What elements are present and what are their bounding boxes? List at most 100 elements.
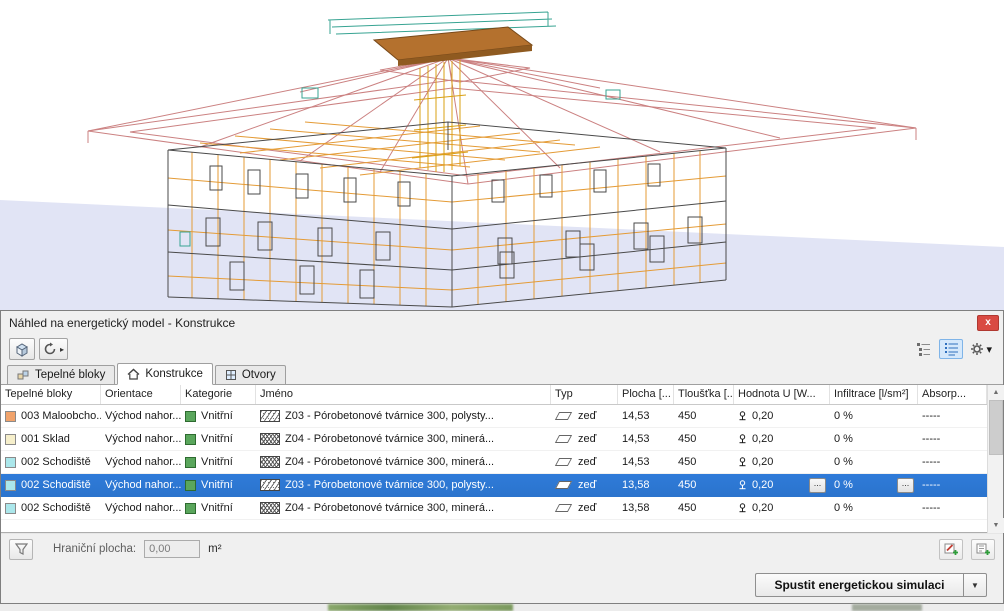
scrollbar-thumb[interactable] xyxy=(989,400,1003,455)
cell-thickness: 450 xyxy=(674,451,734,473)
cell-block: 002 Schodiště xyxy=(1,497,101,519)
edit-infiltration-button[interactable]: ... xyxy=(897,478,914,493)
cell-type: zeď xyxy=(551,451,618,473)
block-color-swatch xyxy=(5,503,16,514)
constructions-list: Tepelné bloky Orientace Kategorie Jméno … xyxy=(1,385,1003,533)
block-color-swatch xyxy=(5,434,16,445)
cell-name: Z04 - Pórobetonové tvárnice 300, minerá.… xyxy=(256,497,551,519)
cell-thickness: 450 xyxy=(674,474,734,496)
category-color-swatch xyxy=(185,411,196,422)
run-simulation-group: Spustit energetickou simulaci ▼ xyxy=(755,573,987,597)
tab-otvory[interactable]: Otvory xyxy=(215,365,286,385)
construction-name: Z03 - Pórobetonové tvárnice 300, polysty… xyxy=(285,479,494,491)
table-row-selected[interactable]: 002 Schodiště Východ nahor... Vnitřní Z0… xyxy=(1,474,987,497)
favorite-save-button[interactable] xyxy=(939,539,963,560)
panel-tabs: Tepelné bloky Konstrukce Otvory xyxy=(1,363,1003,385)
col-typ[interactable]: Typ xyxy=(551,385,618,404)
cell-name: Z03 - Pórobetonové tvárnice 300, polysty… xyxy=(256,474,551,496)
col-jmeno[interactable]: Jméno xyxy=(256,385,551,404)
block-label: 001 Sklad xyxy=(21,433,70,445)
refresh-flyout-arrow[interactable]: ▸ xyxy=(60,345,64,354)
settings-flyout-arrow[interactable]: ▾ xyxy=(986,343,992,356)
col-tepelne-bloky[interactable]: Tepelné bloky xyxy=(1,385,101,404)
col-kategorie[interactable]: Kategorie xyxy=(181,385,256,404)
cell-orientation: Východ nahor... xyxy=(101,474,181,496)
show-in-3d-button[interactable] xyxy=(9,338,35,360)
boundary-area-input[interactable] xyxy=(144,540,200,558)
3d-viewport[interactable] xyxy=(0,0,1004,310)
run-simulation-dropdown[interactable]: ▼ xyxy=(963,573,987,597)
cell-area: 13,58 xyxy=(618,474,674,496)
tab-konstrukce[interactable]: Konstrukce xyxy=(117,363,213,385)
col-tloustka[interactable]: Tloušťka [... xyxy=(674,385,734,404)
filter-button[interactable] xyxy=(9,539,33,560)
type-label: zeď xyxy=(578,479,596,491)
gray-sliver xyxy=(852,604,922,611)
category-label: Vnitřní xyxy=(201,502,233,514)
cell-name: Z04 - Pórobetonové tvárnice 300, minerá.… xyxy=(256,428,551,450)
refresh-button[interactable]: ▸ xyxy=(39,338,68,360)
panel-toolbar: ▸ ▾ xyxy=(1,335,1003,363)
material-hatch-swatch xyxy=(260,433,280,445)
col-absorp[interactable]: Absorp... xyxy=(918,385,987,404)
wall-type-icon xyxy=(555,458,572,466)
cell-type: zeď xyxy=(551,428,618,450)
u-value-icon xyxy=(738,503,747,514)
category-color-swatch xyxy=(185,503,196,514)
cell-category: Vnitřní xyxy=(181,428,256,450)
category-label: Vnitřní xyxy=(201,433,233,445)
table-row[interactable]: 003 Maloobcho... Východ nahor... Vnitřní… xyxy=(1,405,987,428)
infiltration-label: 0 % xyxy=(834,479,853,491)
scroll-down-arrow[interactable]: ▼ xyxy=(988,518,1004,533)
col-plocha[interactable]: Plocha [... xyxy=(618,385,674,404)
u-value-label: 0,20 xyxy=(752,479,773,491)
u-value-label: 0,20 xyxy=(752,502,773,514)
vertical-scrollbar[interactable]: ▲ ▼ xyxy=(987,385,1003,533)
cell-orientation: Východ nahor... xyxy=(101,497,181,519)
tree-view-button[interactable] xyxy=(911,339,935,359)
cell-absorptance: ----- xyxy=(918,428,987,450)
category-color-swatch xyxy=(185,434,196,445)
settings-button[interactable]: ▾ xyxy=(967,339,995,359)
cell-category: Vnitřní xyxy=(181,451,256,473)
col-orientace[interactable]: Orientace xyxy=(101,385,181,404)
wall-type-icon xyxy=(555,481,572,489)
col-infiltrace[interactable]: Infiltrace [l/sm²] xyxy=(830,385,918,404)
u-value-label: 0,20 xyxy=(752,456,773,468)
construction-name: Z04 - Pórobetonové tvárnice 300, minerá.… xyxy=(285,456,494,468)
cell-orientation: Východ nahor... xyxy=(101,405,181,427)
panel-title: Náhled na energetický model - Konstrukce xyxy=(9,316,977,330)
run-simulation-button[interactable]: Spustit energetickou simulaci xyxy=(755,573,963,597)
list-view-button[interactable] xyxy=(939,339,963,359)
cell-block: 002 Schodiště xyxy=(1,474,101,496)
col-hodnota-u[interactable]: Hodnota U [W... xyxy=(734,385,830,404)
tab-tepelne-bloky[interactable]: Tepelné bloky xyxy=(7,365,115,385)
thermal-blocks-icon xyxy=(17,369,30,381)
table-row[interactable]: 002 Schodiště Východ nahor... Vnitřní Z0… xyxy=(1,497,987,520)
cell-orientation: Východ nahor... xyxy=(101,451,181,473)
u-value-icon xyxy=(738,480,747,491)
edit-u-value-button[interactable]: ... xyxy=(809,478,826,493)
block-color-swatch xyxy=(5,457,16,468)
u-value-label: 0,20 xyxy=(752,433,773,445)
axonometry-3d-icon xyxy=(14,342,30,357)
favorite-apply-button[interactable] xyxy=(971,539,995,560)
cell-category: Vnitřní xyxy=(181,405,256,427)
cell-block: 002 Schodiště xyxy=(1,451,101,473)
structures-house-icon xyxy=(127,368,140,380)
table-row[interactable]: 002 Schodiště Východ nahor... Vnitřní Z0… xyxy=(1,451,987,474)
list-view-icon xyxy=(944,342,959,356)
roof-wireframe xyxy=(88,56,916,184)
cell-area: 14,53 xyxy=(618,428,674,450)
category-label: Vnitřní xyxy=(201,410,233,422)
table-row[interactable]: 001 Sklad Východ nahor... Vnitřní Z04 - … xyxy=(1,428,987,451)
close-button[interactable]: x xyxy=(977,315,999,331)
cell-area: 14,53 xyxy=(618,451,674,473)
tab-label: Tepelné bloky xyxy=(35,369,105,381)
material-hatch-swatch xyxy=(260,479,280,491)
cell-infiltration: 0 % ... xyxy=(830,474,918,496)
scroll-up-arrow[interactable]: ▲ xyxy=(988,385,1004,400)
cell-type: zeď xyxy=(551,405,618,427)
cell-type: zeď xyxy=(551,474,618,496)
type-label: zeď xyxy=(578,502,596,514)
